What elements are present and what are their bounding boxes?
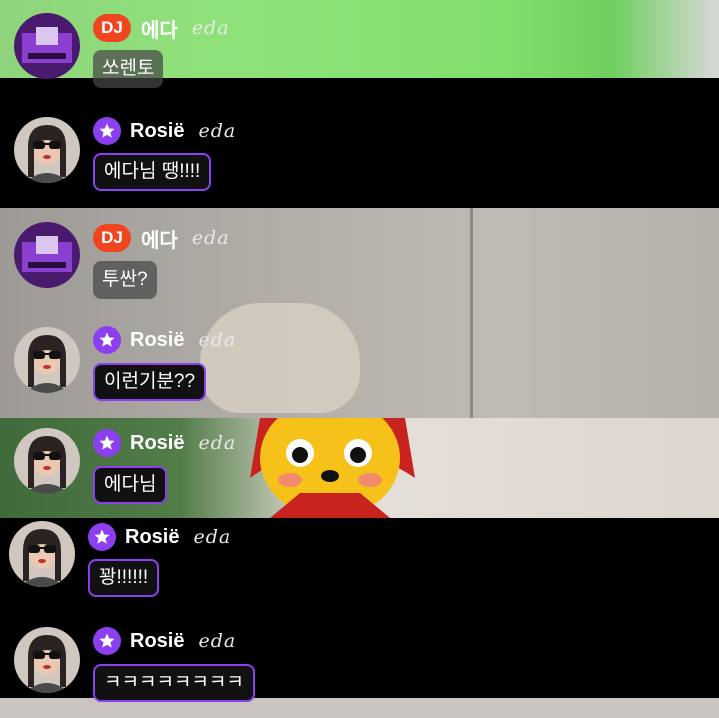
chat-message: Rosië eda 에다님 땡!!!! xyxy=(0,108,719,208)
user-subtitle: eda xyxy=(198,329,237,351)
user-subtitle: eda xyxy=(198,630,237,652)
star-icon xyxy=(99,633,115,648)
message-bubble: 이런기분?? xyxy=(93,363,207,401)
member-badge xyxy=(88,523,116,551)
username[interactable]: Rosië xyxy=(130,432,184,455)
dj-avatar[interactable] xyxy=(14,13,80,79)
dj-avatar[interactable] xyxy=(14,222,80,288)
user-subtitle: eda xyxy=(193,526,232,548)
dj-badge: DJ xyxy=(93,14,131,42)
member-badge xyxy=(93,627,121,655)
member-avatar-icon xyxy=(9,521,75,587)
star-icon xyxy=(99,435,115,450)
chat-message: DJ 에다 eda 쏘렌토 xyxy=(0,0,719,100)
message-bubble: 꽝!!!!!! xyxy=(88,559,160,597)
message-bubble: 에다님 xyxy=(93,466,168,504)
member-avatar[interactable] xyxy=(14,327,80,393)
member-avatar-icon xyxy=(14,428,80,494)
username[interactable]: Rosië xyxy=(130,120,184,143)
message-bubble: 투싼? xyxy=(93,261,157,299)
username[interactable]: Rosië xyxy=(130,329,184,352)
member-avatar-icon xyxy=(14,327,80,393)
user-subtitle: eda xyxy=(198,120,237,142)
chat-message: DJ 에다 eda 투싼? xyxy=(0,215,719,315)
message-bubble: 쏘렌토 xyxy=(93,50,164,88)
member-badge xyxy=(93,429,121,457)
star-icon xyxy=(94,529,110,544)
username[interactable]: Rosië xyxy=(130,630,184,653)
member-avatar-icon xyxy=(14,627,80,693)
member-avatar[interactable] xyxy=(14,117,80,183)
member-avatar[interactable] xyxy=(9,521,75,587)
member-badge xyxy=(93,117,121,145)
star-icon xyxy=(99,332,115,347)
member-badge xyxy=(93,326,121,354)
chat-message: Rosië eda 에다님 xyxy=(0,420,719,520)
message-bubble: ㅋㅋㅋㅋㅋㅋㅋㅋ xyxy=(93,664,255,702)
chat-message: Rosië eda 이런기분?? xyxy=(0,318,719,418)
member-avatar[interactable] xyxy=(14,428,80,494)
chat-message: Rosië eda ㅋㅋㅋㅋㅋㅋㅋㅋ xyxy=(0,618,719,718)
user-subtitle: eda xyxy=(198,432,237,454)
username[interactable]: 에다 xyxy=(141,224,178,253)
user-subtitle: eda xyxy=(191,17,230,39)
message-bubble: 에다님 땡!!!! xyxy=(93,153,212,191)
chat-message: Rosië eda 꽝!!!!!! xyxy=(0,518,719,618)
member-avatar-icon xyxy=(14,117,80,183)
dj-avatar-icon xyxy=(14,222,80,288)
member-avatar[interactable] xyxy=(14,627,80,693)
username[interactable]: 에다 xyxy=(141,14,178,43)
star-icon xyxy=(99,123,115,138)
dj-badge: DJ xyxy=(93,224,131,252)
username[interactable]: Rosië xyxy=(125,526,179,549)
user-subtitle: eda xyxy=(191,227,230,249)
dj-avatar-icon xyxy=(14,13,80,79)
